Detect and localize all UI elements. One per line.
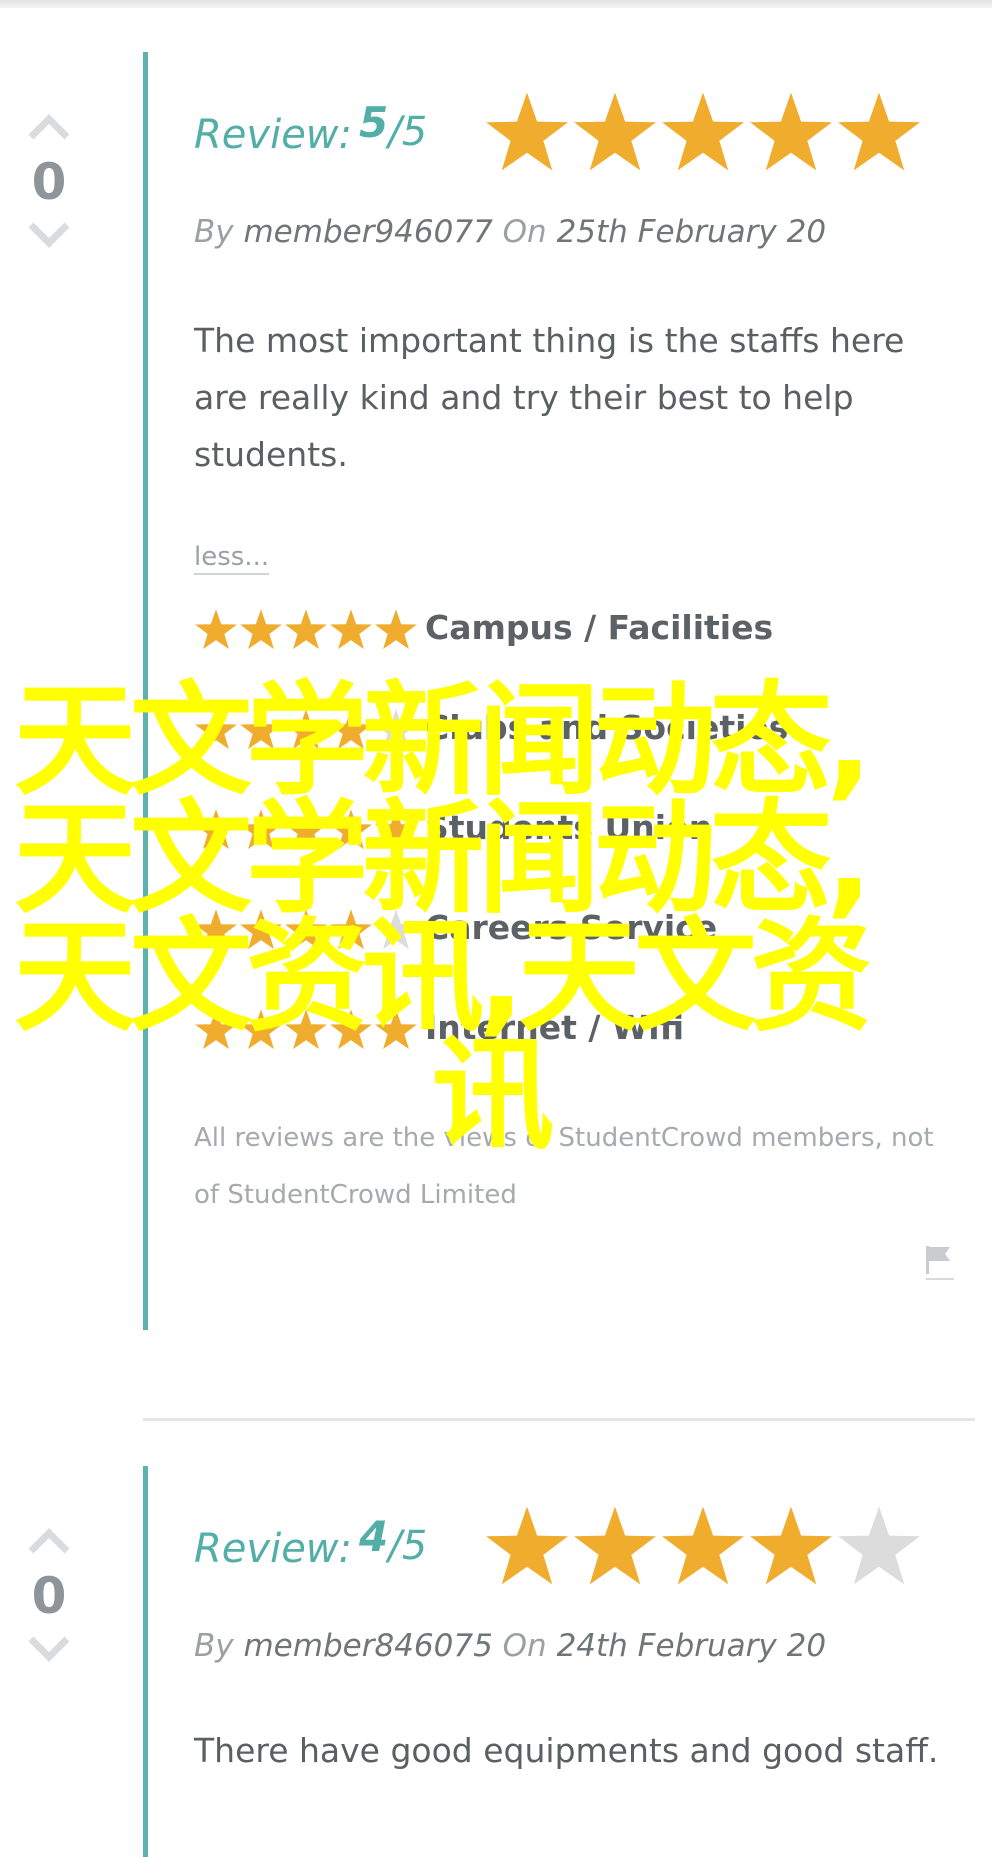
star-icon bbox=[375, 809, 417, 850]
flag-icon[interactable] bbox=[924, 1242, 954, 1282]
star-icon bbox=[486, 92, 568, 171]
overall-rating bbox=[484, 90, 922, 176]
star-icon bbox=[375, 709, 417, 750]
star-icon bbox=[240, 909, 282, 950]
star-icon bbox=[838, 1506, 920, 1585]
star-icon bbox=[285, 809, 327, 850]
category-label: Careers Service bbox=[425, 908, 718, 947]
review-content: Review: 5/5 By member946077 On 25th Febr… bbox=[194, 52, 954, 1332]
vote-widget: 0 bbox=[18, 112, 80, 250]
star-icon bbox=[375, 609, 417, 650]
chevron-down-icon[interactable] bbox=[26, 1634, 72, 1664]
review-card: 0 Review: 4/5 By member846075 On 24th Fe… bbox=[0, 1466, 992, 1857]
star-icon bbox=[750, 92, 832, 171]
star-icon bbox=[240, 709, 282, 750]
review-accent-bar bbox=[143, 1466, 148, 1857]
review-header: Review: 4/5 bbox=[194, 1504, 954, 1585]
star-icon bbox=[330, 809, 372, 850]
category-stars bbox=[194, 708, 418, 752]
category-stars bbox=[194, 908, 418, 952]
star-icon bbox=[330, 609, 372, 650]
star-icon bbox=[375, 1009, 417, 1050]
review-text: There have good equipments and good staf… bbox=[194, 1731, 939, 1770]
star-icon bbox=[330, 1009, 372, 1050]
top-divider bbox=[0, 0, 992, 8]
star-icon bbox=[750, 1506, 832, 1585]
star-icon bbox=[285, 909, 327, 950]
author-name: member946077 bbox=[243, 214, 493, 250]
star-icon bbox=[330, 909, 372, 950]
category-label: Internet / Wifi bbox=[425, 1008, 685, 1047]
vote-count: 0 bbox=[31, 153, 67, 211]
category-rating: Careers Service bbox=[194, 904, 954, 954]
star-icon bbox=[240, 809, 282, 850]
star-icon bbox=[240, 609, 282, 650]
star-icon bbox=[574, 92, 656, 171]
category-rating: Clubs and Societies bbox=[194, 704, 954, 754]
review-accent-bar bbox=[143, 52, 148, 1330]
star-icon bbox=[330, 709, 372, 750]
review-byline: By member846075 On 24th February 20 bbox=[194, 1628, 827, 1664]
review-score: 4/5 bbox=[359, 1512, 428, 1569]
star-icon bbox=[662, 92, 744, 171]
review-date: 25th February 20 bbox=[556, 214, 827, 250]
star-icon bbox=[195, 709, 237, 750]
category-rating: Internet / Wifi bbox=[194, 1004, 954, 1054]
review-label: Review: bbox=[194, 1526, 352, 1572]
chevron-up-icon[interactable] bbox=[26, 112, 72, 142]
overall-rating bbox=[484, 1504, 922, 1590]
review-score: 5/5 bbox=[359, 98, 428, 155]
chevron-down-icon[interactable] bbox=[26, 220, 72, 250]
category-label: Campus / Facilities bbox=[425, 608, 774, 647]
review-label: Review: bbox=[194, 112, 352, 158]
star-icon bbox=[195, 609, 237, 650]
chevron-up-icon[interactable] bbox=[26, 1526, 72, 1556]
star-icon bbox=[285, 709, 327, 750]
star-icon bbox=[662, 1506, 744, 1585]
review-byline: By member946077 On 25th February 20 bbox=[194, 214, 827, 250]
vote-count: 0 bbox=[31, 1567, 67, 1625]
review-date: 24th February 20 bbox=[556, 1628, 827, 1664]
category-rating: Campus / Facilities bbox=[194, 604, 954, 654]
star-icon bbox=[195, 909, 237, 950]
review-text: The most important thing is the staffs h… bbox=[194, 321, 905, 474]
category-rating: Students Union bbox=[194, 804, 954, 854]
category-label: Clubs and Societies bbox=[425, 708, 789, 747]
star-icon bbox=[195, 1009, 237, 1050]
vote-widget: 0 bbox=[18, 1526, 80, 1664]
star-icon bbox=[838, 92, 920, 171]
star-icon bbox=[375, 909, 417, 950]
star-icon bbox=[285, 609, 327, 650]
star-icon bbox=[285, 1009, 327, 1050]
category-stars bbox=[194, 1008, 418, 1052]
star-icon bbox=[195, 809, 237, 850]
category-label: Students Union bbox=[425, 808, 713, 847]
category-stars bbox=[194, 608, 418, 652]
review-card: 0 Review: 5/5 By member946077 On 25th Fe… bbox=[0, 52, 992, 1332]
author-name: member846075 bbox=[243, 1628, 493, 1664]
disclaimer-text: All reviews are the views of StudentCrow… bbox=[194, 1123, 934, 1210]
review-header: Review: 5/5 bbox=[194, 90, 954, 171]
review-separator bbox=[143, 1418, 975, 1421]
star-icon bbox=[574, 1506, 656, 1585]
category-stars bbox=[194, 808, 418, 852]
star-icon bbox=[486, 1506, 568, 1585]
less-link[interactable]: less... bbox=[194, 542, 270, 575]
star-icon bbox=[240, 1009, 282, 1050]
review-content: Review: 4/5 By member846075 On 24th Febr… bbox=[194, 1466, 954, 1857]
